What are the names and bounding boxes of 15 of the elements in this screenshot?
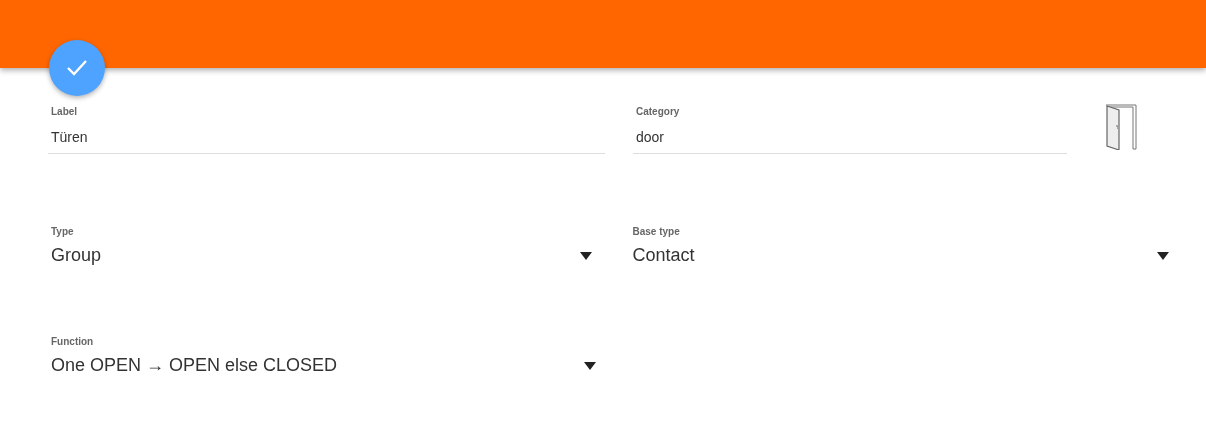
caret-icon	[580, 251, 593, 260]
save-button[interactable]	[49, 40, 105, 96]
caret-icon	[584, 361, 596, 370]
select-field[interactable]: Group	[48, 237, 602, 266]
check-icon	[66, 59, 88, 77]
field-label: Function	[50, 335, 95, 347]
select-field[interactable]: Contact	[629, 237, 1178, 266]
select-field[interactable]: One OPEN → OPEN else CLOSED	[48, 347, 605, 376]
caret-icon	[1157, 251, 1169, 260]
field-label: Label	[50, 105, 79, 117]
input-field[interactable]: Türen	[48, 117, 605, 154]
field-label: Type	[50, 225, 75, 237]
input-field[interactable]: door	[633, 117, 1067, 154]
field-label: Base type	[631, 225, 681, 237]
field-label: Category	[635, 105, 681, 117]
